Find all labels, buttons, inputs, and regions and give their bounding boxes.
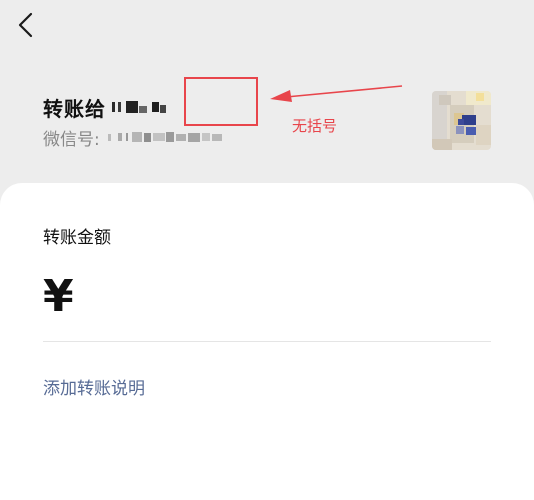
chevron-left-icon bbox=[18, 12, 33, 38]
transfer-to-label: 转账给 bbox=[43, 96, 106, 121]
amount-row: ¥ bbox=[43, 267, 534, 327]
annotation-label: 无括号 bbox=[292, 117, 338, 135]
annotation-highlight-box bbox=[184, 77, 258, 126]
annotation-arrow-icon bbox=[270, 85, 403, 102]
amount-input[interactable] bbox=[81, 272, 534, 322]
blurred-avatar-image bbox=[432, 91, 491, 150]
divider bbox=[43, 341, 491, 342]
blurred-wechat-id bbox=[107, 132, 222, 142]
recipient-title: 转账给 bbox=[43, 93, 182, 121]
amount-label: 转账金额 bbox=[43, 228, 111, 248]
wechat-id-row: 微信号: bbox=[43, 126, 228, 150]
back-button[interactable] bbox=[14, 10, 40, 42]
add-transfer-note-link[interactable]: 添加转账说明 bbox=[43, 374, 145, 399]
avatar[interactable] bbox=[432, 91, 491, 150]
blurred-recipient-name bbox=[112, 101, 166, 113]
wechat-id-label: 微信号: bbox=[43, 129, 100, 150]
currency-symbol: ¥ bbox=[43, 271, 74, 322]
transfer-card: 转账金额 ¥ 添加转账说明 bbox=[0, 183, 534, 500]
